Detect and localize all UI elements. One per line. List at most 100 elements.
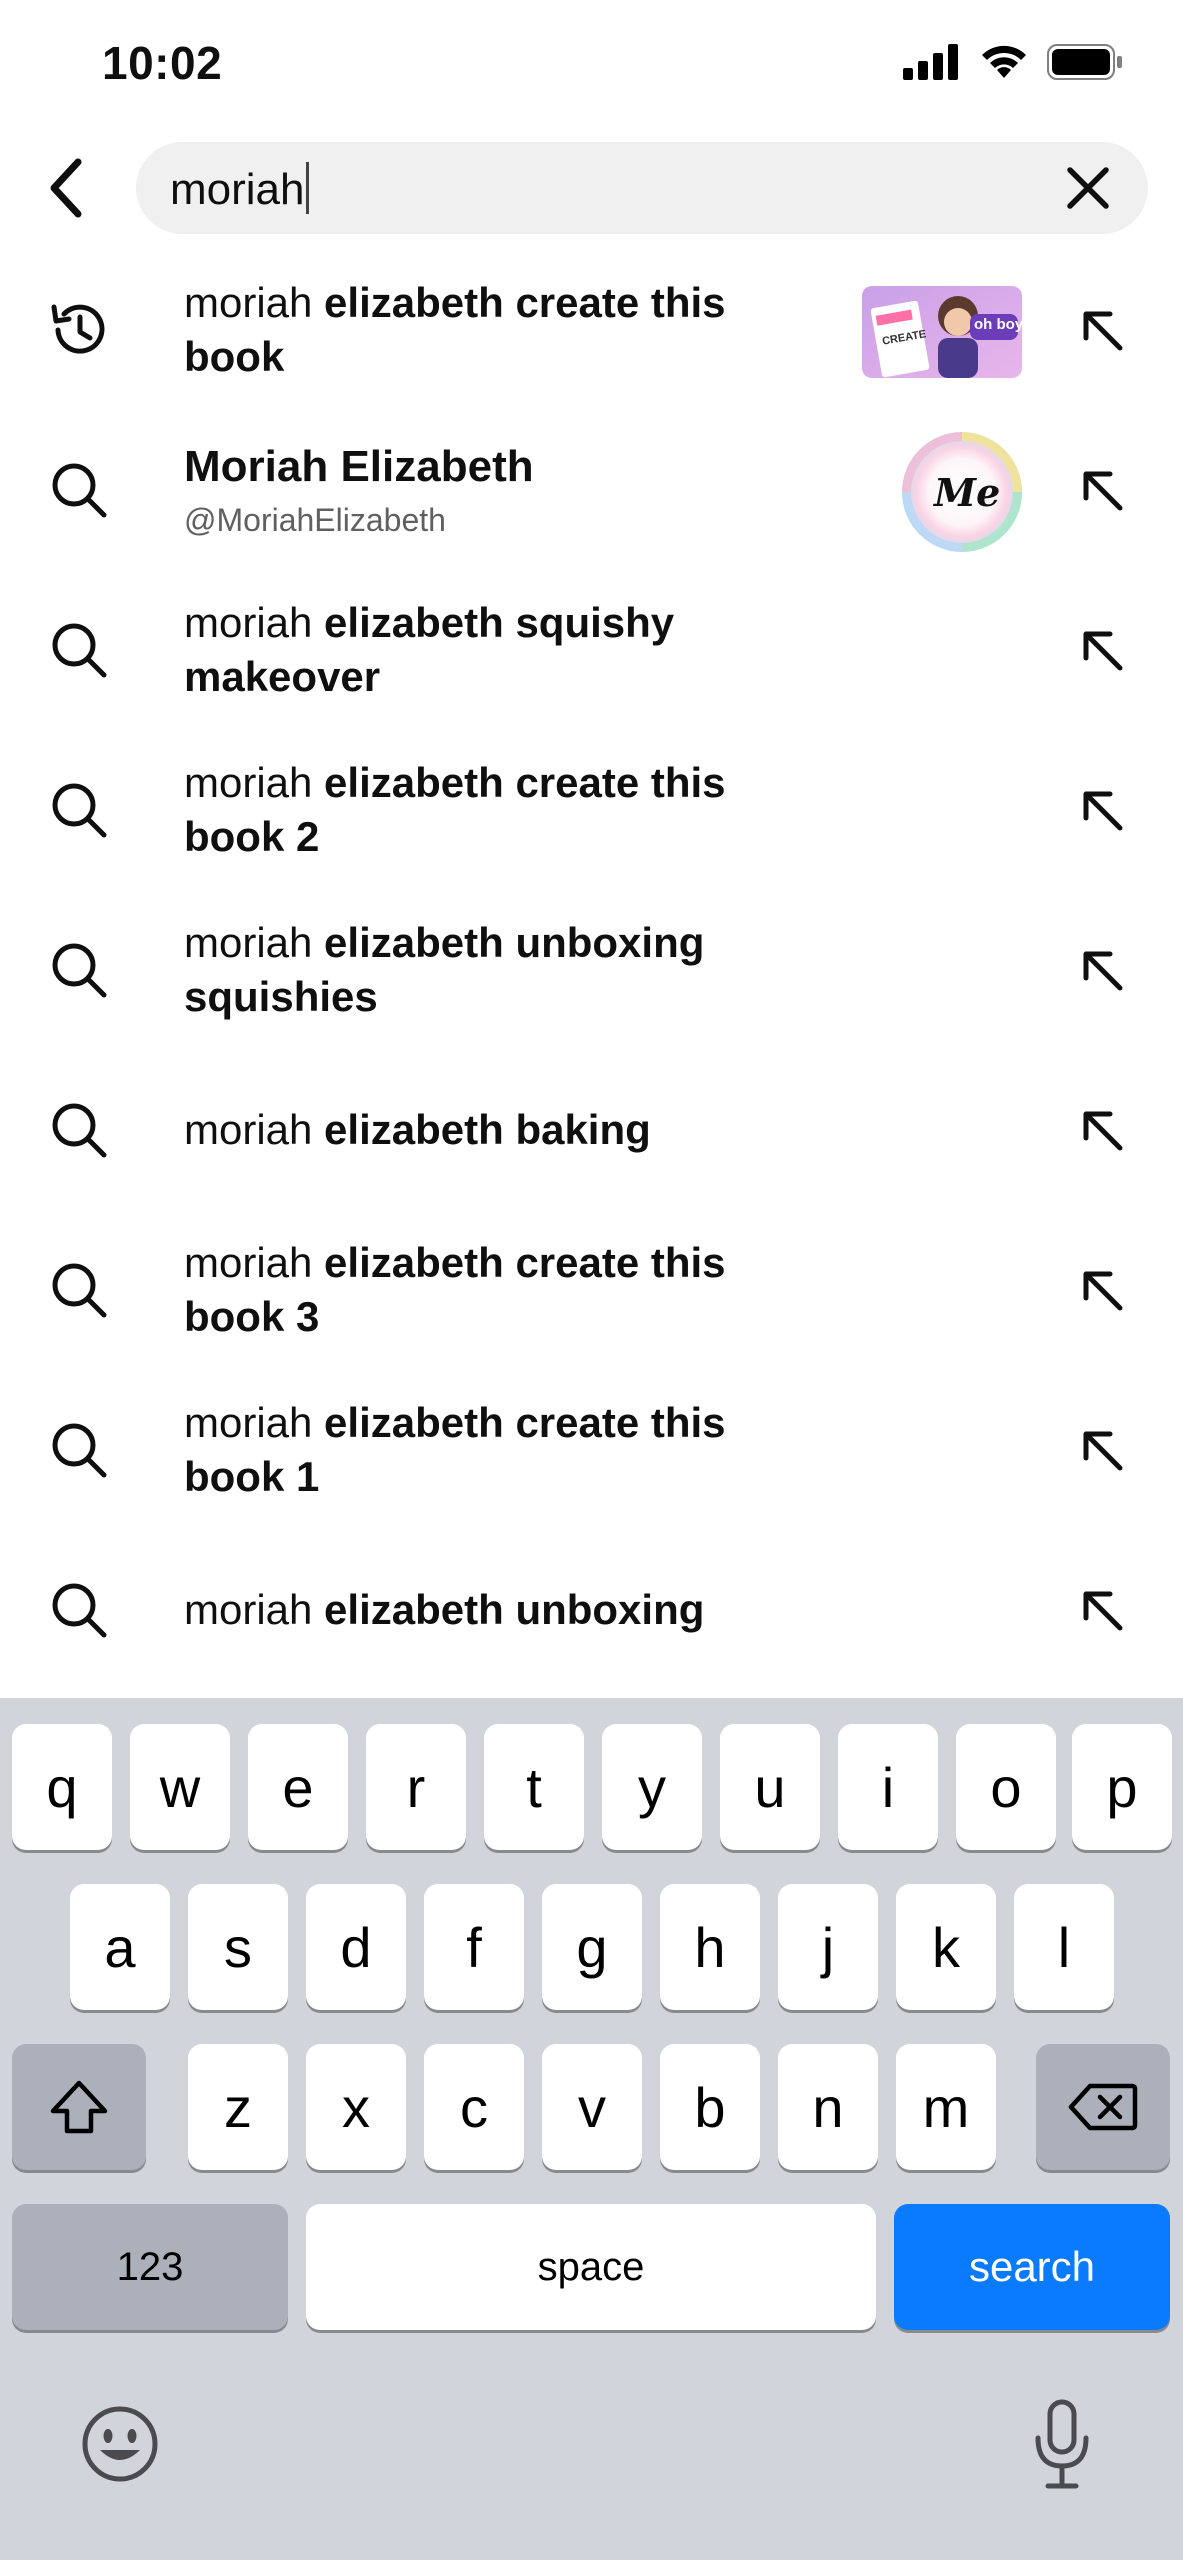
suggestion-text: moriah elizabeth create this book <box>184 276 784 384</box>
key-g[interactable]: g <box>542 1884 642 2010</box>
key-p[interactable]: p <box>1072 1724 1172 1850</box>
key-d[interactable]: d <box>306 1884 406 2010</box>
video-thumbnail: oh boy. CREATE <box>862 286 1022 378</box>
key-s[interactable]: s <box>188 1884 288 2010</box>
suggestion-row[interactable]: moriah elizabeth baking <box>0 1050 1183 1210</box>
dictation-button[interactable] <box>1030 2398 1094 2490</box>
backspace-icon <box>1068 2083 1138 2131</box>
suggestion-text: moriah elizabeth unboxing <box>184 1583 804 1637</box>
emoji-icon <box>82 2406 158 2482</box>
search-query: moriah <box>170 165 305 214</box>
fill-query-arrow-icon[interactable] <box>1078 466 1126 514</box>
search-icon <box>52 1263 107 1318</box>
key-k[interactable]: k <box>896 1884 996 2010</box>
search-header: moriah <box>0 140 1183 236</box>
search-input[interactable]: moriah <box>136 142 1148 234</box>
space-key[interactable]: space <box>306 2204 876 2330</box>
suggestion-completion: elizabeth unboxing <box>312 1586 705 1633</box>
suggestion-text: moriah elizabeth baking <box>184 1103 804 1157</box>
delete-key[interactable] <box>1036 2044 1170 2170</box>
suggestion-row-history[interactable]: moriah elizabeth create this book oh boy… <box>0 250 1183 410</box>
key-v[interactable]: v <box>542 2044 642 2170</box>
fill-query-arrow-icon[interactable] <box>1078 946 1126 994</box>
suggestion-text: moriah elizabeth create this book 1 <box>184 1396 804 1504</box>
key-f[interactable]: f <box>424 1884 524 2010</box>
key-a[interactable]: a <box>70 1884 170 2010</box>
key-b[interactable]: b <box>660 2044 760 2170</box>
clear-search-button[interactable] <box>1062 162 1114 214</box>
fill-query-arrow-icon[interactable] <box>1078 626 1126 674</box>
fill-query-arrow-icon[interactable] <box>1078 1586 1126 1634</box>
back-button[interactable] <box>36 150 96 226</box>
suggestion-row[interactable]: moriah elizabeth unboxing squishies <box>0 890 1183 1050</box>
suggestion-row[interactable]: moriah elizabeth create this book 1 <box>0 1370 1183 1530</box>
key-n[interactable]: n <box>778 2044 878 2170</box>
channel-handle: @MoriahElizabeth <box>184 502 446 538</box>
shift-icon <box>50 2080 108 2134</box>
numbers-key[interactable]: 123 <box>12 2204 288 2330</box>
key-c[interactable]: c <box>424 2044 524 2170</box>
search-key[interactable]: search <box>894 2204 1170 2330</box>
suggestion-text: moriah elizabeth create this book 3 <box>184 1236 804 1344</box>
fill-query-arrow-icon[interactable] <box>1078 786 1126 834</box>
key-l[interactable]: l <box>1014 1884 1114 2010</box>
key-y[interactable]: y <box>602 1724 702 1850</box>
suggestion-prefix: moriah <box>184 599 313 646</box>
suggestion-row[interactable]: moriah elizabeth create this book 2 <box>0 730 1183 890</box>
suggestion-prefix: moriah <box>184 279 313 326</box>
key-w[interactable]: w <box>130 1724 230 1850</box>
close-icon <box>1067 167 1109 209</box>
key-h[interactable]: h <box>660 1884 760 2010</box>
chevron-left-icon <box>50 158 82 218</box>
key-j[interactable]: j <box>778 1884 878 2010</box>
cellular-signal-icon <box>903 44 958 80</box>
channel-name: Moriah Elizabeth <box>184 442 534 491</box>
key-r[interactable]: r <box>366 1724 466 1850</box>
search-query-wrapper: moriah <box>170 162 309 215</box>
key-z[interactable]: z <box>188 2044 288 2170</box>
channel-info: Moriah Elizabeth @MoriahElizabeth <box>184 440 804 540</box>
microphone-icon <box>1035 2399 1089 2489</box>
status-bar: 10:02 <box>0 0 1183 130</box>
suggestion-row[interactable]: moriah elizabeth squishy makeover <box>0 570 1183 730</box>
suggestion-prefix: moriah <box>184 759 313 806</box>
fill-query-arrow-icon[interactable] <box>1078 306 1126 354</box>
emoji-button[interactable] <box>80 2404 160 2484</box>
key-m[interactable]: m <box>896 2044 996 2170</box>
suggestion-prefix: moriah <box>184 1239 313 1286</box>
fill-query-arrow-icon[interactable] <box>1078 1426 1126 1474</box>
search-icon <box>52 463 107 518</box>
search-icon <box>52 1423 107 1478</box>
suggestion-prefix: moriah <box>184 1586 313 1633</box>
status-time: 10:02 <box>102 37 223 89</box>
search-icon <box>52 1103 107 1158</box>
avatar: Me <box>902 432 1022 552</box>
search-icon <box>52 783 107 838</box>
shift-key[interactable] <box>12 2044 146 2170</box>
key-e[interactable]: e <box>248 1724 348 1850</box>
wifi-icon <box>982 45 1026 78</box>
on-screen-keyboard: q w e r t y u i o p a s d f g h j k l z … <box>0 1698 1183 2560</box>
suggestion-prefix: moriah <box>184 1399 313 1446</box>
suggestion-row[interactable]: moriah elizabeth unboxing <box>0 1530 1183 1690</box>
fill-query-arrow-icon[interactable] <box>1078 1106 1126 1154</box>
suggestion-row[interactable]: moriah elizabeth create this book 3 <box>0 1210 1183 1370</box>
suggestion-text: moriah elizabeth squishy makeover <box>184 596 804 704</box>
key-i[interactable]: i <box>838 1724 938 1850</box>
avatar-monogram: Me <box>934 470 1001 515</box>
search-icon <box>52 1583 107 1638</box>
key-u[interactable]: u <box>720 1724 820 1850</box>
search-icon <box>52 943 107 998</box>
battery-icon <box>1047 44 1122 80</box>
key-o[interactable]: o <box>956 1724 1056 1850</box>
fill-query-arrow-icon[interactable] <box>1078 1266 1126 1314</box>
suggestion-text: moriah elizabeth create this book 2 <box>184 756 804 864</box>
key-t[interactable]: t <box>484 1724 584 1850</box>
suggestion-text: moriah elizabeth unboxing squishies <box>184 916 804 1024</box>
search-icon <box>52 623 107 678</box>
thumbnail-caption: oh boy. <box>974 316 1022 333</box>
suggestion-prefix: moriah <box>184 1106 313 1153</box>
key-x[interactable]: x <box>306 2044 406 2170</box>
key-q[interactable]: q <box>12 1724 112 1850</box>
suggestion-row-channel[interactable]: Moriah Elizabeth @MoriahElizabeth Me <box>0 410 1183 570</box>
